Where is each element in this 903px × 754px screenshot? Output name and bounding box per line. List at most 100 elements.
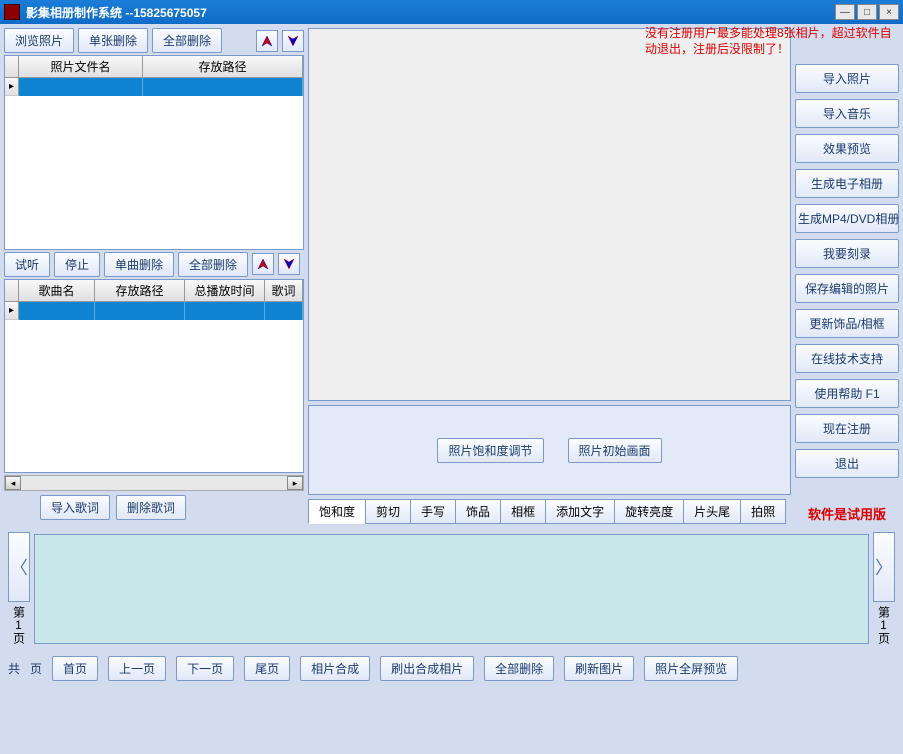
music-name-header[interactable]: 歌曲名 <box>19 280 95 301</box>
app-icon <box>4 4 20 20</box>
first-page-button[interactable]: 首页 <box>52 656 98 681</box>
tab-decor[interactable]: 饰品 <box>455 499 501 524</box>
row-indicator: ▸ <box>5 302 19 320</box>
editor-tabs: 饱和度 剪切 手写 饰品 相框 添加文字 旋转亮度 片头尾 拍照 <box>308 499 791 524</box>
music-toolbar: 试听 停止 单曲删除 全部删除 <box>4 252 304 277</box>
music-move-down-button[interactable] <box>278 253 300 275</box>
window-controls: — □ × <box>835 4 899 20</box>
burn-disc-button[interactable]: 我要刻录 <box>795 239 899 268</box>
bottom-toolbar: 共 页 首页 上一页 下一页 尾页 相片合成 刷出合成相片 全部删除 刷新图片 … <box>0 650 903 687</box>
music-path-header[interactable]: 存放路径 <box>95 280 185 301</box>
help-button[interactable]: 使用帮助 F1 <box>795 379 899 408</box>
stop-button[interactable]: 停止 <box>54 252 100 277</box>
photo-path-header[interactable]: 存放路径 <box>143 56 303 77</box>
fullscreen-preview-button[interactable]: 照片全屏预览 <box>644 656 738 681</box>
page-right-label: 第1页 <box>874 604 895 646</box>
music-table-header: 歌曲名 存放路径 总播放时间 歌词 <box>5 280 303 302</box>
initial-frame-button[interactable]: 照片初始画面 <box>568 438 662 463</box>
delete-all-photo-button[interactable]: 全部删除 <box>152 28 222 53</box>
listen-button[interactable]: 试听 <box>4 252 50 277</box>
online-support-button[interactable]: 在线技术支持 <box>795 344 899 373</box>
music-move-up-button[interactable] <box>252 253 274 275</box>
maximize-button[interactable]: □ <box>857 4 877 20</box>
table-row[interactable] <box>19 302 303 320</box>
horizontal-scrollbar[interactable]: ◂ ▸ <box>4 475 304 491</box>
delete-all-bottom-button[interactable]: 全部删除 <box>484 656 554 681</box>
photo-move-up-button[interactable] <box>256 30 278 52</box>
import-photo-button[interactable]: 导入照片 <box>795 64 899 93</box>
save-edited-photo-button[interactable]: 保存编辑的照片 <box>795 274 899 303</box>
generate-album-button[interactable]: 生成电子相册 <box>795 169 899 198</box>
trial-notice: 没有注册用户最多能处理8张相片，超过软件自动退出，注册后没限制了！ <box>645 26 895 57</box>
arrow-down-icon <box>287 35 299 47</box>
thumbnail-strip[interactable] <box>34 534 869 644</box>
trial-label: 软件是试用版 <box>795 504 899 523</box>
arrow-up-icon <box>257 258 269 270</box>
import-music-button[interactable]: 导入音乐 <box>795 99 899 128</box>
tab-text[interactable]: 添加文字 <box>545 499 615 524</box>
page-nav-left: 〈 第1页 <box>8 532 30 646</box>
next-page-arrow[interactable]: 〉 <box>873 532 895 602</box>
effect-preview-button[interactable]: 效果预览 <box>795 134 899 163</box>
music-lyric-header[interactable]: 歌词 <box>265 280 303 301</box>
filmstrip-row: 〈 第1页 〉 第1页 <box>8 532 895 646</box>
compose-button[interactable]: 相片合成 <box>300 656 370 681</box>
main-area: 浏览照片 单张删除 全部删除 照片文件名 存放路径 ▸ <box>0 24 903 528</box>
last-page-button[interactable]: 尾页 <box>244 656 290 681</box>
lyrics-toolbar: 导入歌词 删除歌词 <box>4 493 304 524</box>
flush-compose-button[interactable]: 刷出合成相片 <box>380 656 474 681</box>
tab-rotate-bright[interactable]: 旋转亮度 <box>614 499 684 524</box>
total-label: 共 <box>8 660 20 677</box>
row-marker-header <box>5 280 19 301</box>
tab-saturation[interactable]: 饱和度 <box>308 499 366 524</box>
arrow-up-icon <box>261 35 273 47</box>
minimize-button[interactable]: — <box>835 4 855 20</box>
close-button[interactable]: × <box>879 4 899 20</box>
browse-photo-button[interactable]: 浏览照片 <box>4 28 74 53</box>
music-table[interactable]: 歌曲名 存放路径 总播放时间 歌词 ▸ <box>4 279 304 474</box>
photo-toolbar: 浏览照片 单张删除 全部删除 <box>4 28 304 53</box>
page-left-label: 第1页 <box>9 604 30 646</box>
tab-crop[interactable]: 剪切 <box>365 499 411 524</box>
scroll-right-button[interactable]: ▸ <box>287 476 303 490</box>
refresh-image-button[interactable]: 刷新图片 <box>564 656 634 681</box>
center-column: 照片饱和度调节 照片初始画面 饱和度 剪切 手写 饰品 相框 添加文字 旋转亮度… <box>308 28 791 524</box>
photo-filename-header[interactable]: 照片文件名 <box>19 56 143 77</box>
music-duration-header[interactable]: 总播放时间 <box>185 280 265 301</box>
prev-page-button[interactable]: 上一页 <box>108 656 166 681</box>
delete-single-music-button[interactable]: 单曲删除 <box>104 252 174 277</box>
window-title: 影集相册制作系统 --15825675057 <box>26 4 835 21</box>
right-sidebar: 导入照片 导入音乐 效果预览 生成电子相册 生成MP4/DVD相册 我要刻录 保… <box>795 28 899 524</box>
tab-capture[interactable]: 拍照 <box>740 499 786 524</box>
tab-handwrite[interactable]: 手写 <box>410 499 456 524</box>
page-label: 页 <box>30 660 42 677</box>
register-button[interactable]: 现在注册 <box>795 414 899 443</box>
delete-all-music-button[interactable]: 全部删除 <box>178 252 248 277</box>
tab-head-tail[interactable]: 片头尾 <box>683 499 741 524</box>
arrow-down-icon <box>283 258 295 270</box>
photo-move-down-button[interactable] <box>282 30 304 52</box>
saturation-adjust-button[interactable]: 照片饱和度调节 <box>437 438 543 463</box>
music-table-body[interactable]: ▸ <box>5 302 303 473</box>
photo-table-header: 照片文件名 存放路径 <box>5 56 303 78</box>
photo-table-body[interactable]: ▸ <box>5 78 303 249</box>
import-lyrics-button[interactable]: 导入歌词 <box>40 495 110 520</box>
scroll-left-button[interactable]: ◂ <box>5 476 21 490</box>
row-indicator: ▸ <box>5 78 19 96</box>
prev-page-arrow[interactable]: 〈 <box>8 532 30 602</box>
filmstrip-section: 〈 第1页 〉 第1页 <box>0 528 903 650</box>
page-nav-right: 〉 第1页 <box>873 532 895 646</box>
table-row[interactable] <box>19 78 303 96</box>
generate-mp4-dvd-button[interactable]: 生成MP4/DVD相册 <box>795 204 899 233</box>
photo-table[interactable]: 照片文件名 存放路径 ▸ <box>4 55 304 250</box>
adjust-panel: 照片饱和度调节 照片初始画面 <box>308 405 791 495</box>
delete-single-photo-button[interactable]: 单张删除 <box>78 28 148 53</box>
left-column: 浏览照片 单张删除 全部删除 照片文件名 存放路径 ▸ <box>4 28 304 524</box>
tab-frame[interactable]: 相框 <box>500 499 546 524</box>
exit-button[interactable]: 退出 <box>795 449 899 478</box>
update-decor-frame-button[interactable]: 更新饰品/相框 <box>795 309 899 338</box>
next-page-button[interactable]: 下一页 <box>176 656 234 681</box>
preview-canvas[interactable] <box>308 28 791 401</box>
delete-lyrics-button[interactable]: 删除歌词 <box>116 495 186 520</box>
row-marker-header <box>5 56 19 77</box>
